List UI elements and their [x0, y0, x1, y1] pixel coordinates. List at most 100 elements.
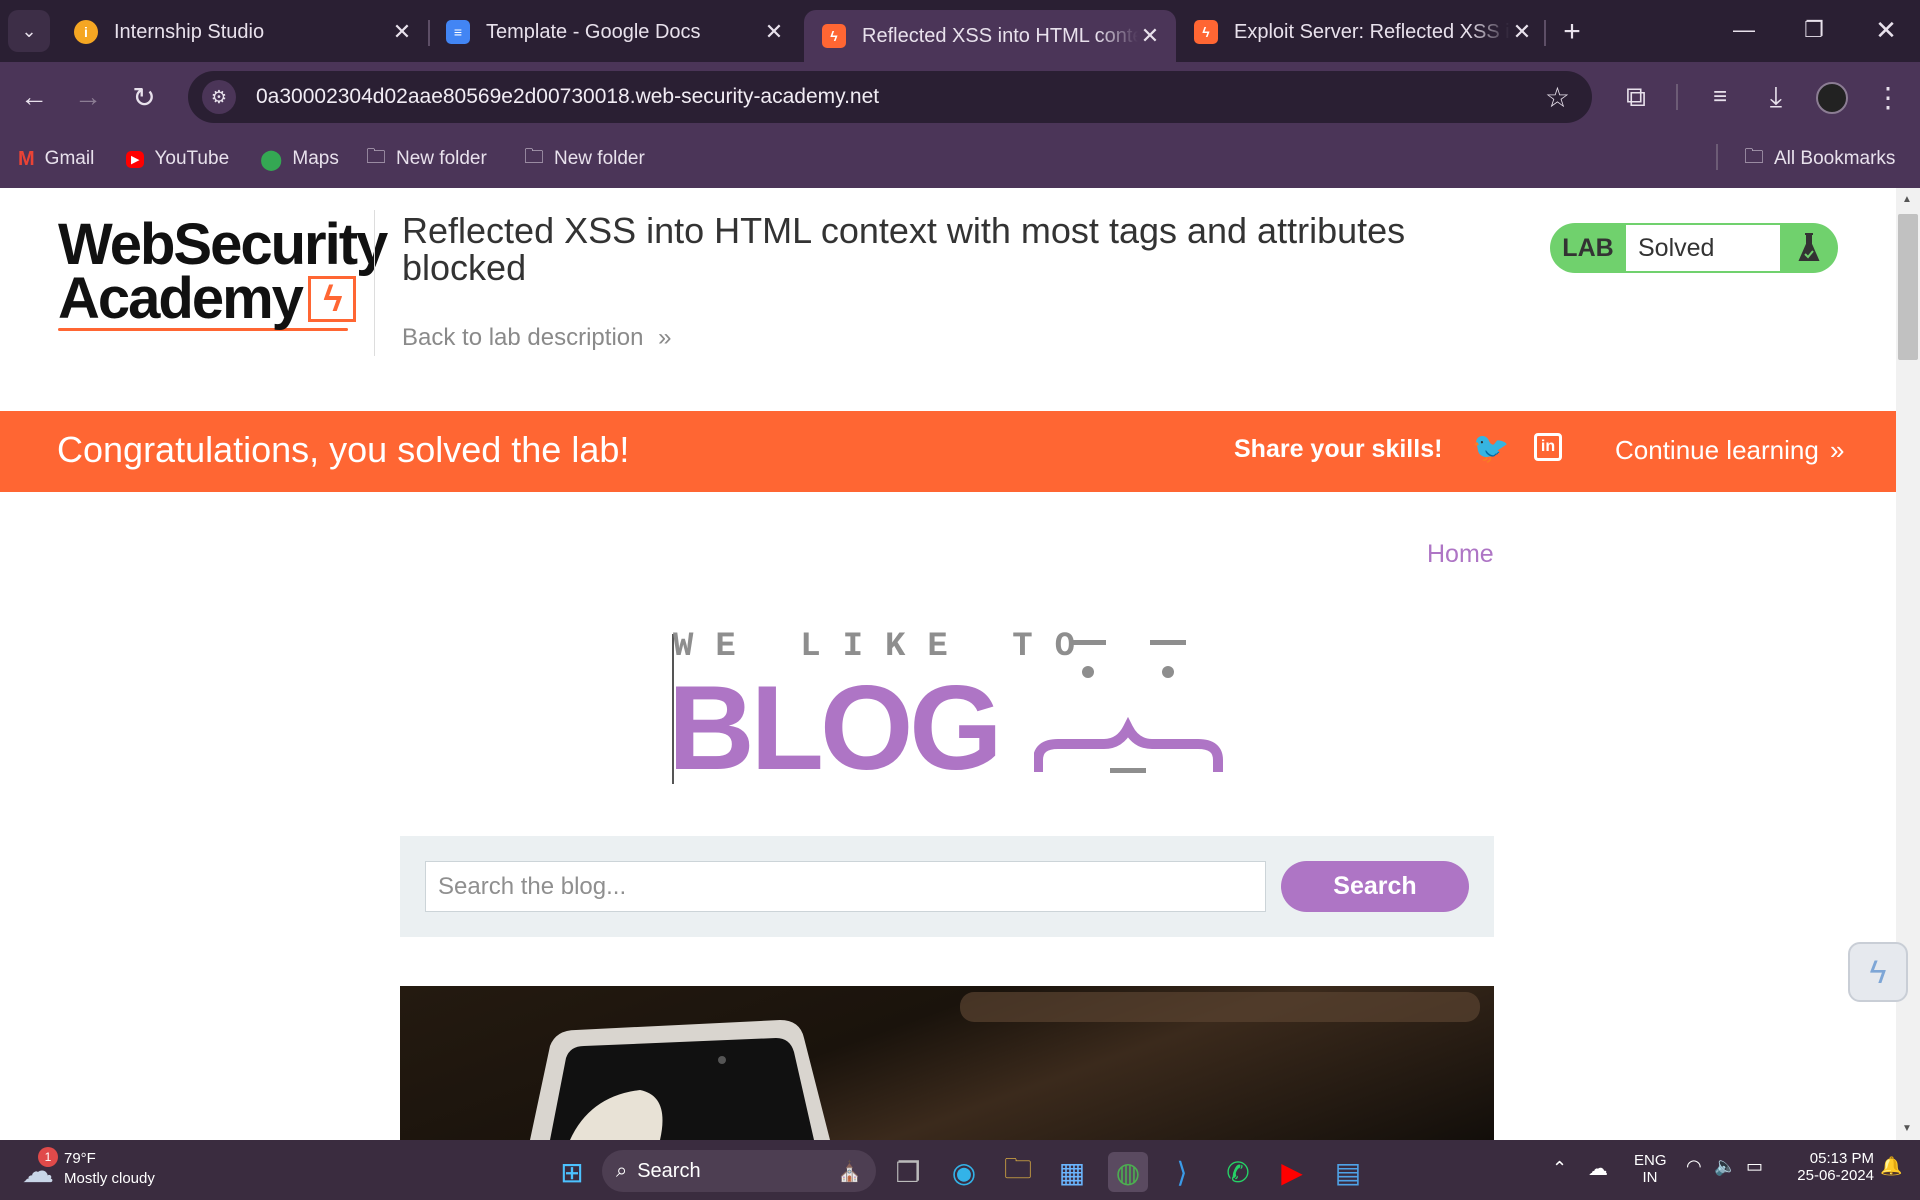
bookmark-gmail[interactable]: M Gmail: [18, 143, 94, 175]
bookmark-label: YouTube: [154, 148, 230, 169]
avatar[interactable]: [1816, 82, 1848, 114]
portswigger-icon: ϟ: [1194, 20, 1218, 44]
youtube-icon: ▶: [126, 150, 145, 168]
region-code: IN: [1642, 1169, 1658, 1186]
info-icon: i: [74, 20, 98, 44]
windows-start-icon[interactable]: ⊞: [552, 1152, 592, 1192]
web-security-academy-logo[interactable]: WebSecurity Academy ϟ: [58, 216, 388, 331]
bookmark-youtube[interactable]: ▶ YouTube: [126, 143, 229, 175]
tab-exploit-server[interactable]: ϟ Exploit Server: Reflected XSS into HTM…: [1176, 10, 1548, 54]
maps-icon: ⬤: [260, 148, 283, 171]
continue-text: Continue learning: [1615, 435, 1819, 465]
bookmark-maps[interactable]: ⬤ Maps: [260, 143, 339, 175]
store-icon[interactable]: ▦: [1052, 1152, 1092, 1192]
continue-learning-link[interactable]: Continue learning »: [1615, 435, 1845, 466]
header-divider: [374, 210, 375, 356]
bookmark-star-icon[interactable]: ☆: [1545, 81, 1570, 114]
bookmark-label: Gmail: [44, 148, 95, 169]
extension-logo-icon: ϟ: [1869, 953, 1887, 990]
task-view-icon[interactable]: ❐: [888, 1152, 928, 1192]
site-settings-icon[interactable]: ⚙: [202, 80, 236, 114]
address-bar[interactable]: ⚙ 0a30002304d02aae80569e2d00730018.web-s…: [188, 71, 1592, 123]
back-to-lab-link[interactable]: Back to lab description »: [402, 324, 672, 352]
close-icon[interactable]: ✕: [762, 19, 786, 45]
chrome-icon[interactable]: ◍: [1108, 1152, 1148, 1192]
download-icon[interactable]: ⤓: [1756, 77, 1796, 117]
taskbar-search-label: Search: [637, 1159, 701, 1182]
linkedin-icon[interactable]: in: [1534, 433, 1562, 461]
search-icon: ⌕: [616, 1159, 628, 1182]
tab-internship-studio[interactable]: i Internship Studio ✕: [56, 10, 428, 54]
nav-home-link[interactable]: Home: [1427, 540, 1494, 569]
close-icon[interactable]: ✕: [1138, 23, 1162, 49]
tab-google-docs[interactable]: ≡ Template - Google Docs ✕: [428, 10, 800, 54]
battery-icon[interactable]: ▭: [1746, 1156, 1763, 1177]
twitter-icon[interactable]: 🐦: [1472, 433, 1509, 465]
tab-reflected-xss[interactable]: ϟ Reflected XSS into HTML context with m…: [804, 10, 1176, 62]
folder-icon: 🗀: [366, 146, 386, 168]
bookmark-folder-2[interactable]: 🗀 New folder: [524, 143, 645, 175]
folder-icon: 🗀: [524, 146, 544, 168]
portswigger-icon: ϟ: [822, 24, 846, 48]
bookmark-label: All Bookmarks: [1774, 148, 1896, 169]
clock-time: 05:13 PM: [1809, 1150, 1874, 1167]
search-input[interactable]: [425, 861, 1266, 912]
clock-date: 25-06-2024: [1797, 1167, 1874, 1184]
taskbar-search[interactable]: ⌕ Search ⛪: [602, 1150, 876, 1192]
tab-title: Template - Google Docs: [486, 20, 701, 43]
volume-icon[interactable]: 🔈: [1714, 1156, 1736, 1177]
vscode-icon[interactable]: ⟩: [1162, 1152, 1202, 1192]
weather-description: Mostly cloudy: [64, 1170, 155, 1187]
scroll-up-icon[interactable]: ▲: [1902, 194, 1912, 205]
youtube-app-icon[interactable]: ▶: [1272, 1152, 1312, 1192]
blog-face-icon: [1034, 640, 1223, 773]
forward-icon[interactable]: →: [68, 77, 108, 117]
toolbar-separator: [1676, 84, 1678, 110]
gmail-icon: M: [18, 147, 35, 170]
file-explorer-icon[interactable]: 🗀: [998, 1152, 1038, 1192]
all-bookmarks[interactable]: 🗀 All Bookmarks: [1744, 143, 1895, 175]
docs-icon: ≡: [446, 20, 470, 44]
bookmarks-separator: [1716, 144, 1718, 170]
scrollbar-thumb[interactable]: [1898, 214, 1918, 360]
extensions-icon[interactable]: ⧉: [1616, 77, 1656, 117]
menu-icon[interactable]: ⋮: [1868, 77, 1908, 117]
search-panel: Search: [400, 836, 1494, 937]
wifi-icon[interactable]: ◠: [1686, 1156, 1702, 1177]
onedrive-icon[interactable]: ☁: [1588, 1156, 1608, 1181]
clock[interactable]: 05:13 PM 25-06-2024: [1794, 1150, 1874, 1184]
tab-search-dropdown-icon[interactable]: ⌄: [8, 10, 50, 52]
weather-temperature: 79°F: [64, 1150, 96, 1167]
window-close-icon[interactable]: ✕: [1866, 10, 1906, 50]
notepad-icon[interactable]: ▤: [1328, 1152, 1368, 1192]
close-icon[interactable]: ✕: [1510, 19, 1534, 45]
url-text: 0a30002304d02aae80569e2d00730018.web-sec…: [256, 85, 880, 108]
floating-extension-widget[interactable]: ϟ: [1848, 942, 1908, 1002]
minimize-icon[interactable]: —: [1724, 10, 1764, 50]
bookmark-folder-1[interactable]: 🗀 New folder: [366, 143, 487, 175]
search-button[interactable]: Search: [1281, 861, 1469, 912]
language-indicator[interactable]: ENG IN: [1634, 1152, 1667, 1186]
flask-icon: [1780, 232, 1838, 264]
scroll-down-icon[interactable]: ▼: [1902, 1123, 1912, 1134]
restore-icon[interactable]: ❐: [1794, 10, 1834, 50]
laptop-photo: [530, 992, 1480, 1140]
whatsapp-icon[interactable]: ✆: [1218, 1152, 1258, 1192]
media-control-icon[interactable]: ≡: [1700, 77, 1740, 117]
notification-bell-icon[interactable]: 🔔: [1880, 1156, 1902, 1177]
back-icon[interactable]: ←: [14, 77, 54, 117]
edge-icon[interactable]: ◉: [944, 1152, 984, 1192]
new-tab-button[interactable]: +: [1552, 12, 1592, 52]
blog-post-image[interactable]: [400, 986, 1494, 1140]
close-icon[interactable]: ✕: [390, 19, 414, 45]
share-label: Share your skills!: [1234, 435, 1443, 463]
congrats-message: Congratulations, you solved the lab!: [57, 429, 630, 470]
lightning-logo-icon: ϟ: [307, 276, 356, 322]
reload-icon[interactable]: ↻: [124, 77, 164, 117]
chevron-up-icon[interactable]: ⌃: [1552, 1158, 1567, 1179]
back-link-text: Back to lab description: [402, 324, 644, 351]
chevron-right-icon: »: [658, 324, 672, 351]
tab-title: Exploit Server: Reflected XSS into HTML …: [1234, 20, 1510, 43]
logo-line-2: Academy: [58, 266, 304, 331]
chevron-right-icon: »: [1830, 435, 1845, 465]
